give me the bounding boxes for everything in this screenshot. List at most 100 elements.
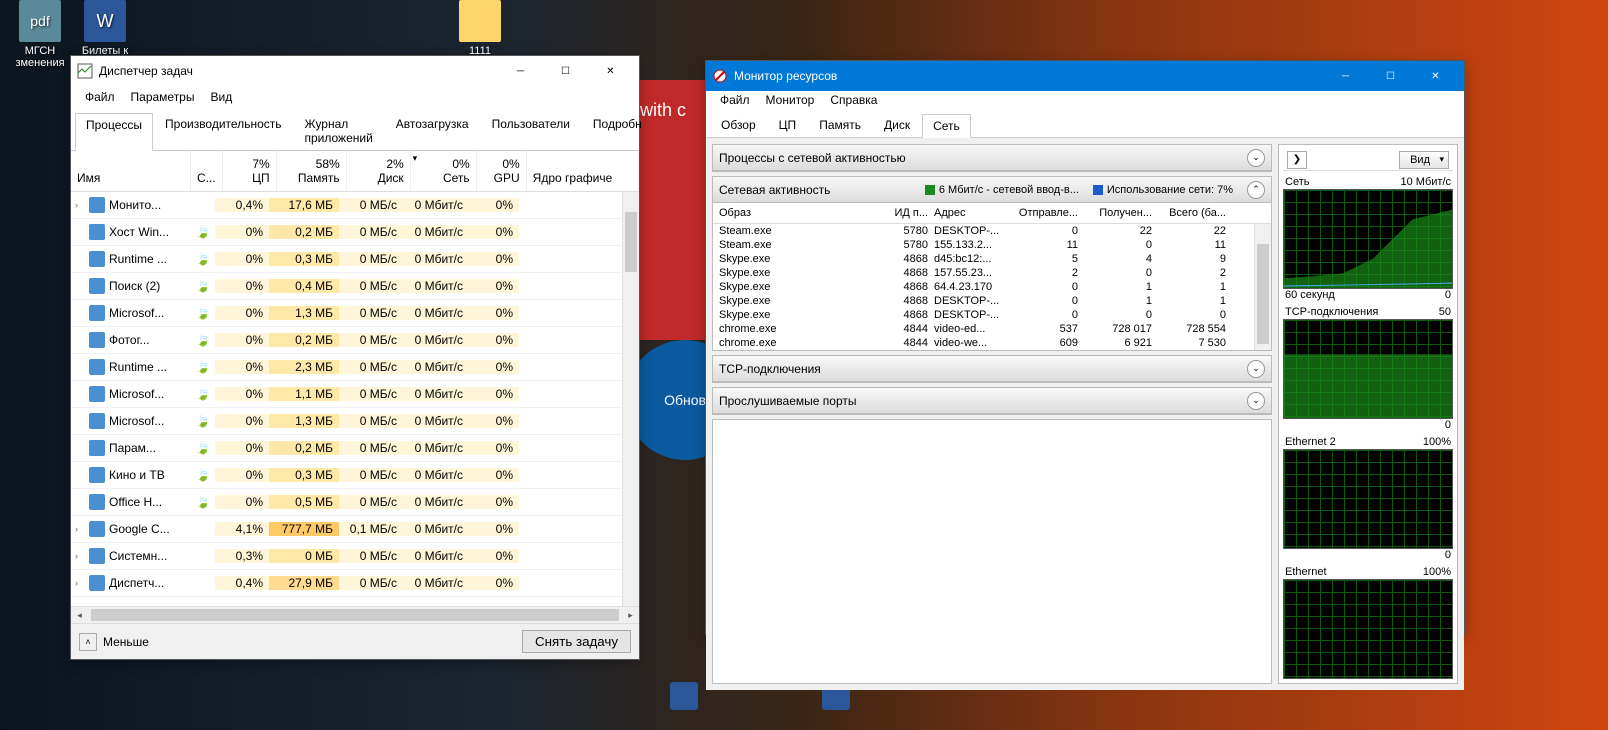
process-row[interactable]: Runtime ...🍃0%0,3 МБ0 МБ/с0 Мбит/с0% xyxy=(71,246,639,273)
menu-file[interactable]: Файл xyxy=(77,88,123,106)
net-row[interactable]: Skype.exe4868d45:bc12:...549 xyxy=(713,252,1271,266)
col-received[interactable]: Получен... xyxy=(1078,207,1152,219)
disk-value: 0 МБ/с xyxy=(339,468,403,482)
column-disk[interactable]: 2% Диск xyxy=(347,151,411,191)
chevron-up-icon[interactable]: ⌃ xyxy=(1247,181,1265,199)
process-row[interactable]: Office H...🍃0%0,5 МБ0 МБ/с0 Мбит/с0% xyxy=(71,489,639,516)
word-icon[interactable] xyxy=(670,682,698,710)
tab-1[interactable]: Производительность xyxy=(154,112,292,150)
titlebar[interactable]: Монитор ресурсов ─ ☐ ✕ xyxy=(706,61,1464,91)
network-value: 0 Мбит/с xyxy=(403,522,469,536)
column-status[interactable]: С... xyxy=(191,151,223,191)
view-dropdown[interactable]: Вид xyxy=(1399,151,1449,169)
tab-2[interactable]: Журнал приложений xyxy=(294,112,384,150)
process-row[interactable]: Поиск (2)🍃0%0,4 МБ0 МБ/с0 Мбит/с0% xyxy=(71,273,639,300)
tab-5[interactable]: Подробн xyxy=(582,112,653,150)
vertical-scrollbar[interactable] xyxy=(1254,224,1271,350)
menu-options[interactable]: Параметры xyxy=(123,88,203,106)
net-row[interactable]: Skype.exe486864.4.23.170011 xyxy=(713,280,1271,294)
minimize-button[interactable]: ─ xyxy=(498,56,543,86)
tab-2[interactable]: Память xyxy=(808,113,872,137)
cell-total: 728 554 xyxy=(1152,323,1226,335)
process-row[interactable]: ›Google C...4,1%777,7 МБ0,1 МБ/с0 Мбит/с… xyxy=(71,516,639,543)
net-row[interactable]: Skype.exe4868157.55.23...202 xyxy=(713,266,1271,280)
cell-sent: 0 xyxy=(1004,295,1078,307)
fewer-details-button[interactable]: ˄ Меньше xyxy=(79,633,149,651)
maximize-button[interactable]: ☐ xyxy=(1368,61,1413,91)
desktop-icon-folder[interactable]: 1111 xyxy=(450,0,510,57)
end-task-button[interactable]: Снять задачу xyxy=(522,630,631,653)
net-row[interactable]: chrome.exe4844video-we...6096 9217 530 xyxy=(713,336,1271,350)
column-name[interactable]: Имя xyxy=(71,151,191,191)
column-memory[interactable]: 58% Память xyxy=(277,151,347,191)
process-icon xyxy=(89,251,105,267)
cell-pid: 4844 xyxy=(884,337,934,349)
close-button[interactable]: ✕ xyxy=(1413,61,1458,91)
net-row[interactable]: Skype.exe4868DESKTOP-...011 xyxy=(713,294,1271,308)
section-header[interactable]: Прослушиваемые порты ⌄ xyxy=(713,388,1271,414)
chevron-down-icon[interactable]: ⌄ xyxy=(1247,360,1265,378)
process-row[interactable]: Microsof...🍃0%1,1 МБ0 МБ/с0 Мбит/с0% xyxy=(71,381,639,408)
process-row[interactable]: Хост Win...🍃0%0,2 МБ0 МБ/с0 Мбит/с0% xyxy=(71,219,639,246)
cell-pid: 4868 xyxy=(884,295,934,307)
section-header[interactable]: Сетевая активность 6 Мбит/с - сетевой вв… xyxy=(713,177,1271,203)
section-title: Прослушиваемые порты xyxy=(719,394,856,408)
maximize-button[interactable]: ☐ xyxy=(543,56,588,86)
horizontal-scrollbar[interactable]: ◂▸ xyxy=(71,606,639,623)
process-row[interactable]: ›Системн...0,3%0 МБ0 МБ/с0 Мбит/с0% xyxy=(71,543,639,570)
col-address[interactable]: Адрес xyxy=(934,207,1004,219)
col-total[interactable]: Всего (ба... xyxy=(1152,207,1226,219)
process-row[interactable]: ›Диспетч...0,4%27,9 МБ0 МБ/с0 Мбит/с0% xyxy=(71,570,639,597)
menu-file[interactable]: Файл xyxy=(712,91,758,109)
desktop-icon-pdf[interactable]: pdf МГСН зменения xyxy=(10,0,70,69)
column-gpu-engine[interactable]: Ядро графиче xyxy=(527,151,639,191)
minimize-button[interactable]: ─ xyxy=(1323,61,1368,91)
process-row[interactable]: Фотог...🍃0%0,2 МБ0 МБ/с0 Мбит/с0% xyxy=(71,327,639,354)
menu-view[interactable]: Вид xyxy=(202,88,240,106)
process-row[interactable]: Runtime ...🍃0%2,3 МБ0 МБ/с0 Мбит/с0% xyxy=(71,354,639,381)
tab-0[interactable]: Процессы xyxy=(75,113,153,151)
menu-help[interactable]: Справка xyxy=(822,91,885,109)
menu-monitor[interactable]: Монитор xyxy=(758,91,823,109)
expand-icon[interactable]: › xyxy=(75,200,89,210)
col-pid[interactable]: ИД п... xyxy=(884,207,934,219)
memory-value: 1,3 МБ xyxy=(269,306,339,320)
tab-4[interactable]: Пользователи xyxy=(481,112,581,150)
tab-1[interactable]: ЦП xyxy=(768,113,808,137)
resource-monitor-window: Монитор ресурсов ─ ☐ ✕ Файл Монитор Спра… xyxy=(705,60,1465,635)
chevron-down-icon[interactable]: ⌄ xyxy=(1247,149,1265,167)
column-network[interactable]: ▾ 0% Сеть xyxy=(411,151,477,191)
network-value: 0 Мбит/с xyxy=(403,198,469,212)
close-button[interactable]: ✕ xyxy=(588,56,633,86)
process-row[interactable]: Microsof...🍃0%1,3 МБ0 МБ/с0 Мбит/с0% xyxy=(71,300,639,327)
process-icon xyxy=(89,440,105,456)
section-header[interactable]: TCP-подключения ⌄ xyxy=(713,356,1271,382)
net-row[interactable]: Steam.exe5780DESKTOP-...02222 xyxy=(713,224,1271,238)
net-row[interactable]: Skype.exe4868DESKTOP-...000 xyxy=(713,308,1271,322)
tab-3[interactable]: Диск xyxy=(873,113,921,137)
net-row[interactable]: Steam.exe5780155.133.2...11011 xyxy=(713,238,1271,252)
tab-4[interactable]: Сеть xyxy=(922,114,971,138)
throughput-label: 6 Мбит/с - сетевой ввод-в... xyxy=(939,184,1079,196)
process-row[interactable]: Парам...🍃0%0,2 МБ0 МБ/с0 Мбит/с0% xyxy=(71,435,639,462)
vertical-scrollbar[interactable] xyxy=(622,192,639,606)
net-row[interactable]: chrome.exe4844video-ed...537728 017728 5… xyxy=(713,322,1271,336)
expand-icon[interactable]: › xyxy=(75,578,89,588)
cell-sent: 537 xyxy=(1004,323,1078,335)
memory-value: 27,9 МБ xyxy=(269,576,339,590)
nav-prev-button[interactable]: ❯ xyxy=(1287,151,1307,169)
process-row[interactable]: Кино и ТВ🍃0%0,3 МБ0 МБ/с0 Мбит/с0% xyxy=(71,462,639,489)
col-sent[interactable]: Отправле... xyxy=(1004,207,1078,219)
process-row[interactable]: Microsof...🍃0%1,3 МБ0 МБ/с0 Мбит/с0% xyxy=(71,408,639,435)
column-gpu[interactable]: 0% GPU xyxy=(477,151,527,191)
process-row[interactable]: ›Монито...0,4%17,6 МБ0 МБ/с0 Мбит/с0% xyxy=(71,192,639,219)
tab-3[interactable]: Автозагрузка xyxy=(385,112,480,150)
col-image[interactable]: Образ xyxy=(719,207,884,219)
expand-icon[interactable]: › xyxy=(75,551,89,561)
column-cpu[interactable]: 7% ЦП xyxy=(223,151,277,191)
expand-icon[interactable]: › xyxy=(75,524,89,534)
tab-0[interactable]: Обзор xyxy=(710,113,767,137)
titlebar[interactable]: Диспетчер задач ─ ☐ ✕ xyxy=(71,56,639,86)
chevron-down-icon[interactable]: ⌄ xyxy=(1247,392,1265,410)
section-header[interactable]: Процессы с сетевой активностью ⌄ xyxy=(713,145,1271,171)
